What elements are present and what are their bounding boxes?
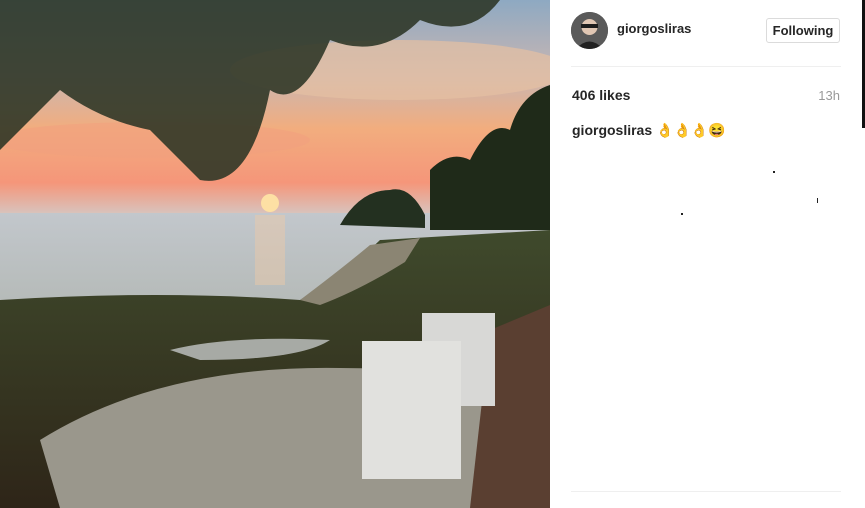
post-caption: giorgosliras 👌👌👌😆 bbox=[572, 122, 726, 139]
header-divider bbox=[571, 66, 841, 67]
following-button[interactable]: Following bbox=[766, 18, 840, 43]
post-timestamp[interactable]: 13h bbox=[818, 88, 840, 103]
artifact-dot bbox=[817, 198, 818, 203]
user-avatar[interactable] bbox=[571, 12, 608, 49]
artifact-dot bbox=[773, 171, 775, 173]
caption-author[interactable]: giorgosliras bbox=[572, 122, 652, 138]
post-username[interactable]: giorgosliras bbox=[617, 21, 691, 36]
sunset-seaside-image bbox=[0, 0, 550, 508]
likes-count[interactable]: 406 likes bbox=[572, 87, 630, 103]
caption-text: 👌👌👌😆 bbox=[652, 122, 726, 138]
post-photo[interactable] bbox=[0, 0, 550, 508]
footer-divider bbox=[571, 491, 841, 492]
post-sidebar: giorgosliras Following 406 likes 13h gio… bbox=[550, 0, 865, 508]
avatar-icon bbox=[571, 12, 608, 49]
artifact-dot bbox=[681, 213, 683, 215]
